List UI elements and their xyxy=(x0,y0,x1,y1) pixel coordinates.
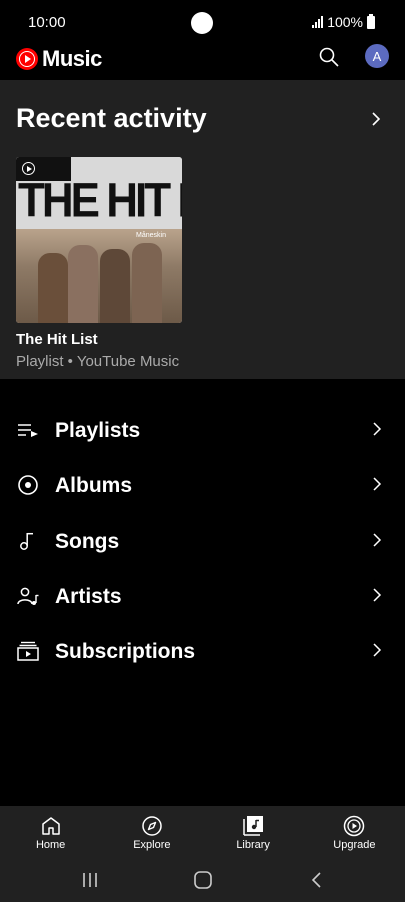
library-item-playlists[interactable]: Playlists xyxy=(0,402,405,457)
upgrade-icon xyxy=(344,815,365,837)
nav-home[interactable]: Home xyxy=(0,806,101,858)
playlist-icon xyxy=(18,424,38,437)
status-bar: 10:00 100% xyxy=(0,0,405,40)
artwork-artist: Måneskin xyxy=(136,232,166,239)
camera-cutout xyxy=(191,12,213,34)
nav-upgrade[interactable]: Upgrade xyxy=(304,806,405,858)
library-item-songs[interactable]: Songs xyxy=(0,513,405,568)
playlist-name[interactable]: The Hit List xyxy=(16,331,98,348)
artwork-photo xyxy=(16,229,182,323)
chevron-right-icon xyxy=(373,532,382,547)
library-item-label: Subscriptions xyxy=(55,640,196,663)
playlist-artwork[interactable]: THE HIT LIST Måneskin xyxy=(16,157,182,323)
music-note-icon xyxy=(20,532,33,550)
recent-activity-section: Recent activity THE HIT LIST Måneskin Th… xyxy=(0,80,405,379)
status-indicators: 100% xyxy=(312,13,375,30)
chevron-right-icon xyxy=(373,643,382,657)
chevron-right-icon xyxy=(373,422,382,436)
library-item-subscriptions[interactable]: Subscriptions xyxy=(0,623,405,678)
app-header: Music A xyxy=(0,40,405,80)
subscriptions-icon xyxy=(17,641,39,661)
back-icon[interactable] xyxy=(306,870,328,890)
youtube-music-logo-icon xyxy=(16,48,38,70)
library-icon xyxy=(243,816,264,836)
library-list: Playlists Albums Songs Artists Subscript… xyxy=(0,402,405,678)
home-button-icon[interactable] xyxy=(192,870,214,890)
battery-icon xyxy=(367,13,375,29)
chevron-right-icon[interactable] xyxy=(370,111,382,127)
recent-apps-icon[interactable] xyxy=(79,870,101,890)
nav-label: Upgrade xyxy=(333,839,376,851)
bottom-navigation: Home Explore Library Upgrade xyxy=(0,806,405,858)
library-item-albums[interactable]: Albums xyxy=(0,457,405,512)
system-navigation-bar xyxy=(0,858,405,902)
library-item-label: Artists xyxy=(55,584,122,608)
signal-icon xyxy=(312,16,324,28)
nav-library[interactable]: Library xyxy=(203,806,304,858)
battery-level: 100% xyxy=(327,14,363,30)
library-item-label: Songs xyxy=(55,529,120,553)
avatar-letter: A xyxy=(372,48,382,64)
youtube-music-logo[interactable]: Music xyxy=(16,46,102,72)
artist-icon xyxy=(17,587,39,605)
status-time: 10:00 xyxy=(28,14,66,31)
avatar[interactable]: A xyxy=(365,44,389,68)
nav-label: Home xyxy=(35,839,66,851)
library-item-label: Playlists xyxy=(55,419,141,442)
nav-explore[interactable]: Explore xyxy=(101,806,202,858)
app-name: Music xyxy=(42,46,102,71)
playlist-subtitle: Playlist • YouTube Music xyxy=(16,353,180,370)
compass-icon xyxy=(142,816,162,836)
nav-label: Explore xyxy=(133,839,171,851)
search-icon[interactable] xyxy=(318,46,340,68)
artwork-title: THE HIT LIST xyxy=(18,173,182,228)
library-item-label: Albums xyxy=(55,474,133,498)
chevron-right-icon xyxy=(373,477,382,491)
chevron-right-icon xyxy=(373,588,382,602)
recent-activity-title[interactable]: Recent activity xyxy=(16,103,207,134)
home-icon xyxy=(41,817,60,835)
library-item-artists[interactable]: Artists xyxy=(0,568,405,623)
album-icon xyxy=(18,475,38,496)
nav-label: Library xyxy=(236,839,270,851)
